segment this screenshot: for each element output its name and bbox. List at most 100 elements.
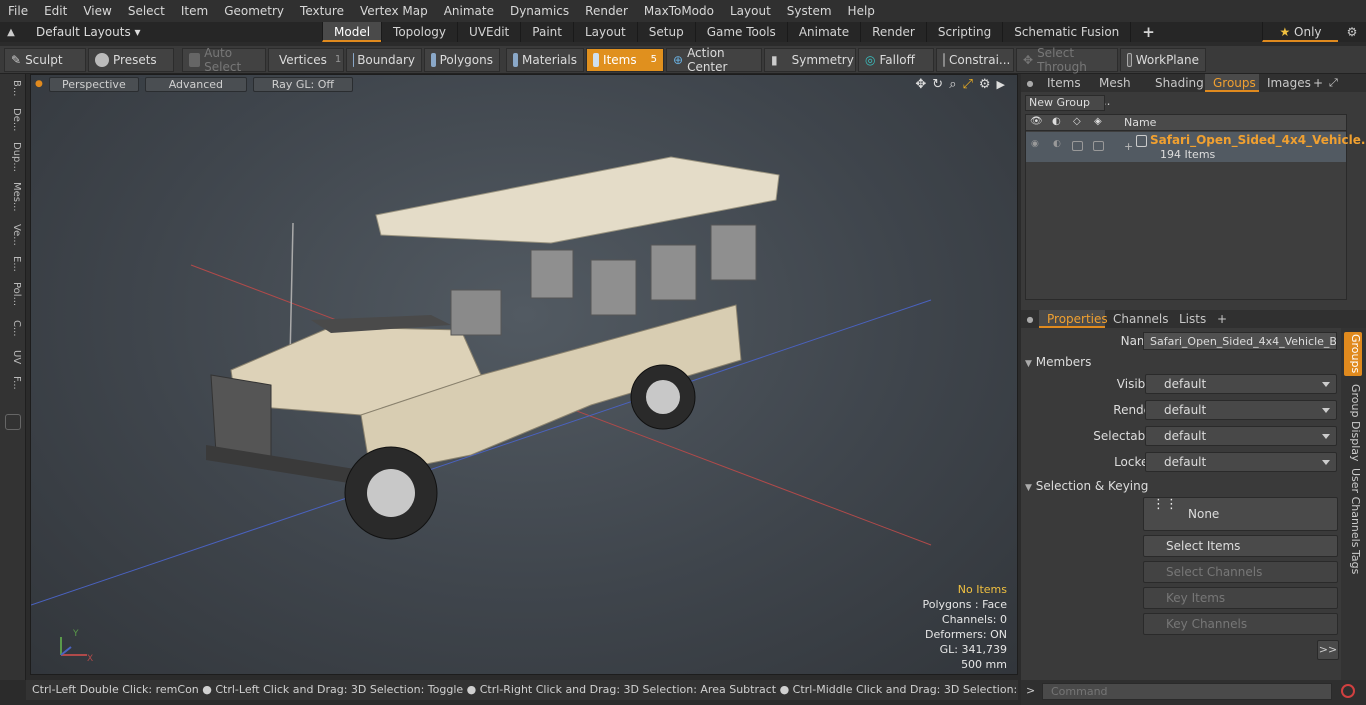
left-tab-toggle[interactable]	[5, 414, 21, 430]
left-tab-deform[interactable]: De...	[4, 108, 22, 131]
polygons-button[interactable]: Polygons	[424, 47, 500, 72]
advanced-button[interactable]: Advanced	[144, 76, 247, 92]
left-tab-mesh-edit[interactable]: Mes...	[4, 182, 22, 212]
visibility-eye-icon[interactable]: 👁	[1030, 116, 1043, 127]
tab-shading[interactable]: Shading	[1147, 74, 1205, 92]
items-button[interactable]: Items 5	[586, 47, 664, 72]
viewport-settings-icon[interactable]: ⚙	[979, 77, 991, 92]
menu-system[interactable]: System	[779, 0, 840, 22]
tab-topology[interactable]: Topology	[381, 22, 457, 42]
3d-viewport[interactable]: Y X ● Perspective Advanced Ray GL: Off ✥…	[30, 74, 1018, 675]
constraints-button[interactable]: Constrai...	[936, 47, 1014, 72]
selection-keying-section[interactable]: ▼ Selection & Keying	[1025, 478, 1351, 494]
key-items-button[interactable]: Key Items	[1143, 587, 1338, 609]
props-menu-icon[interactable]: ●	[1021, 315, 1039, 324]
left-tab-duplicate[interactable]: Dup...	[4, 142, 22, 172]
menu-vertex-map[interactable]: Vertex Map	[352, 0, 436, 22]
falloff-button[interactable]: ◎ Falloff	[858, 47, 934, 72]
select-through-button[interactable]: ✥ Select Through	[1016, 46, 1118, 74]
presets-button[interactable]: Presets	[88, 47, 174, 72]
only-toggle[interactable]: ★ Only	[1262, 22, 1338, 42]
render-icon[interactable]: ◐	[1052, 116, 1061, 127]
settings-gear-icon[interactable]: ⚙	[1338, 25, 1366, 39]
selectable-dropdown[interactable]: default	[1145, 426, 1337, 446]
tab-paint[interactable]: Paint	[520, 22, 573, 42]
more-button[interactable]: >>	[1317, 640, 1339, 660]
tab-groups[interactable]: Groups	[1205, 74, 1259, 92]
left-tab-curve[interactable]: C...	[4, 320, 22, 337]
menu-dynamics[interactable]: Dynamics	[502, 0, 577, 22]
seat[interactable]	[450, 289, 502, 336]
tab-model[interactable]: Model	[322, 22, 382, 42]
select-items-button[interactable]: Select Items	[1143, 535, 1338, 557]
viewport-scene[interactable]: Y X	[31, 75, 1018, 675]
perspective-button[interactable]: Perspective	[48, 76, 139, 92]
tab-setup[interactable]: Setup	[636, 22, 695, 42]
command-expand-icon[interactable]: >	[1026, 684, 1035, 697]
tab-items[interactable]: Items	[1039, 74, 1091, 92]
add-props-tab-icon[interactable]: +	[1217, 312, 1233, 326]
group-name[interactable]: Safari_Open_Sided_4x4_Vehicle...	[1150, 133, 1366, 147]
pan-icon[interactable]: ✥	[915, 77, 926, 92]
tab-lists[interactable]: Lists	[1171, 310, 1217, 328]
seat[interactable]	[530, 249, 574, 299]
tab-scripting[interactable]: Scripting	[925, 22, 1002, 42]
zoom-icon[interactable]: ⌕	[949, 77, 956, 92]
side-tab-groups[interactable]: Groups	[1344, 332, 1362, 376]
tab-schematic-fusion[interactable]: Schematic Fusion	[1002, 22, 1130, 42]
left-tab-basic[interactable]: B...	[4, 80, 22, 96]
none-selector[interactable]: ⋮⋮ None	[1143, 497, 1338, 531]
lock-cube-icon[interactable]: ◇	[1073, 116, 1081, 127]
menu-item[interactable]: Item	[173, 0, 216, 22]
left-tab-uv[interactable]: UV	[4, 350, 22, 364]
locked-dropdown[interactable]: default	[1145, 452, 1337, 472]
panel-maximize-icon[interactable]: ⤢	[1329, 76, 1338, 90]
raygl-button[interactable]: Ray GL: Off	[252, 76, 353, 92]
name-field[interactable]	[1143, 332, 1337, 350]
action-center-button[interactable]: ⊕ Action Center	[666, 46, 762, 74]
workplane-button[interactable]: WorkPlane	[1120, 47, 1206, 72]
left-tab-polygon[interactable]: Pol...	[4, 282, 22, 306]
tab-animate[interactable]: Animate	[786, 22, 860, 42]
left-tab-fusion[interactable]: F...	[4, 376, 22, 390]
viewport-expand-icon[interactable]: ▶	[997, 78, 1005, 91]
row-select-box-icon[interactable]	[1093, 141, 1104, 151]
vehicle-bumper[interactable]	[206, 445, 361, 485]
tab-layout[interactable]: Layout	[572, 22, 637, 42]
visible-dropdown[interactable]: default	[1145, 374, 1337, 394]
tab-images[interactable]: Images	[1259, 74, 1313, 92]
side-tab-tags[interactable]: Tags	[1344, 550, 1362, 574]
panel-menu-icon[interactable]: ●	[1021, 79, 1039, 88]
viewport-menu-icon[interactable]: ●	[35, 79, 43, 89]
menu-layout[interactable]: Layout	[722, 0, 779, 22]
menu-file[interactable]: File	[0, 0, 36, 22]
boundary-button[interactable]: Boundary	[346, 47, 422, 72]
layout-selector[interactable]: Default Layouts ▾	[22, 25, 322, 39]
tab-render[interactable]: Render	[860, 22, 926, 42]
select-cube-icon[interactable]: ◈	[1094, 116, 1102, 127]
materials-button[interactable]: Materials	[506, 47, 584, 72]
rotate-icon[interactable]: ↻	[932, 77, 943, 92]
menu-maxtomodo[interactable]: MaxToModo	[636, 0, 722, 22]
new-group-button[interactable]: New Group	[1025, 95, 1105, 111]
menu-animate[interactable]: Animate	[436, 0, 502, 22]
add-tab-button[interactable]: +	[1130, 22, 1166, 42]
key-channels-button[interactable]: Key Channels	[1143, 613, 1338, 635]
menu-view[interactable]: View	[75, 0, 119, 22]
left-tab-vertex[interactable]: Ve...	[4, 224, 22, 246]
name-column-header[interactable]: Name	[1124, 116, 1156, 129]
vertices-button[interactable]: Vertices 1	[268, 47, 344, 72]
symmetry-button[interactable]: ▮ Symmetry	[764, 47, 856, 72]
fit-icon[interactable]: ⤢	[962, 77, 972, 92]
command-input[interactable]	[1042, 683, 1332, 700]
menu-render[interactable]: Render	[577, 0, 636, 22]
seat[interactable]	[710, 224, 757, 281]
row-eye-icon[interactable]: ◉	[1031, 139, 1039, 149]
tab-properties[interactable]: Properties	[1039, 310, 1108, 328]
tab-game-tools[interactable]: Game Tools	[694, 22, 787, 42]
row-lock-box-icon[interactable]	[1072, 141, 1083, 151]
seat[interactable]	[590, 259, 637, 316]
left-tab-edge[interactable]: E...	[4, 256, 22, 272]
side-tab-user-channels[interactable]: User Channels	[1344, 468, 1362, 547]
menu-geometry[interactable]: Geometry	[216, 0, 292, 22]
